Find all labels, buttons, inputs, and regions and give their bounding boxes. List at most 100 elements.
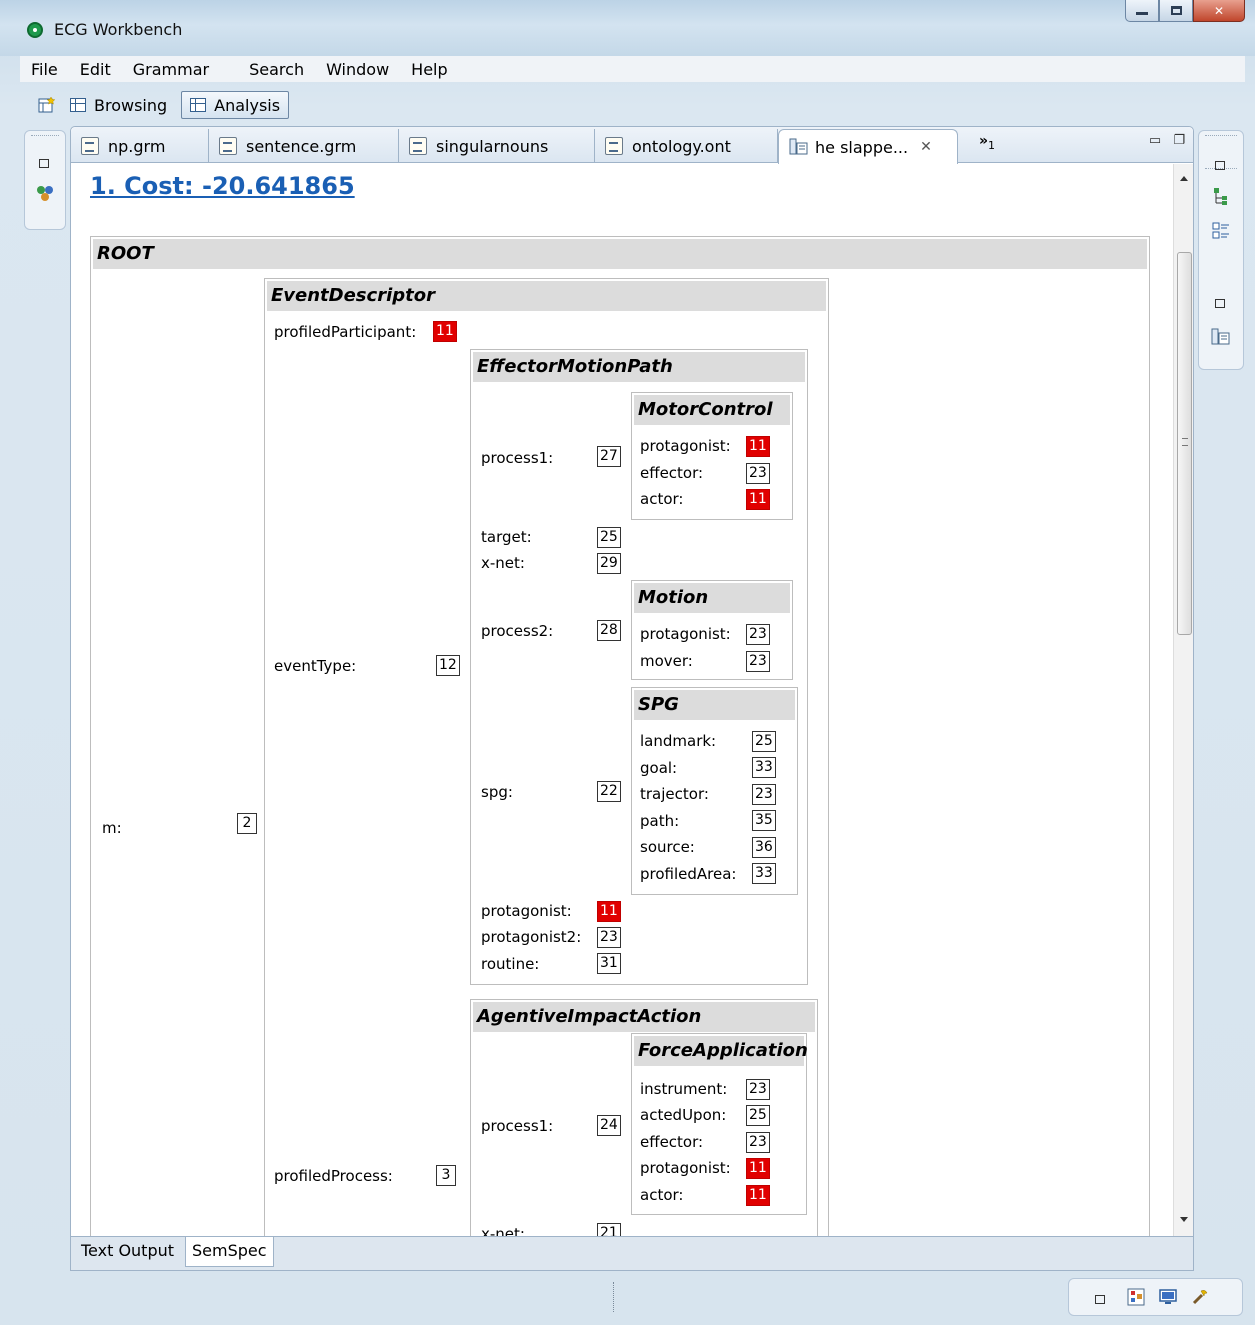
tab-label: singularnouns xyxy=(436,136,549,156)
menu-window[interactable]: Window xyxy=(315,60,400,79)
fa-actor-value: 11 xyxy=(746,1185,770,1206)
emp-routine-value: 31 xyxy=(597,953,621,974)
fa-acted-upon-value: 25 xyxy=(746,1105,770,1126)
console-view-icon[interactable] xyxy=(1159,1288,1177,1306)
browsing-perspective-button[interactable]: Browsing xyxy=(62,91,175,119)
spg-title: SPG xyxy=(634,690,795,720)
restore-icon[interactable] xyxy=(1215,161,1225,170)
menu-search[interactable]: Search xyxy=(238,60,315,79)
emp-process2-label: process2: xyxy=(481,622,554,640)
view-controls: ▭ ❐ xyxy=(1149,133,1185,148)
spg-trajector-value: 23 xyxy=(752,784,776,805)
restore-icon[interactable] xyxy=(1095,1295,1105,1304)
tab-singularnouns[interactable]: singularnouns xyxy=(399,129,595,163)
scroll-up-icon[interactable] xyxy=(1180,176,1188,181)
emp-process1-value: 27 xyxy=(597,446,621,467)
emp-process1-label: process1: xyxy=(481,449,554,467)
tab-label: sentence.grm xyxy=(246,136,357,156)
tab-he-slapped[interactable]: he slappe... ✕ xyxy=(778,129,958,164)
menu-help[interactable]: Help xyxy=(400,60,458,79)
minimize-icon xyxy=(1136,12,1148,15)
analysis-label: Analysis xyxy=(214,95,281,115)
maximize-icon xyxy=(1170,6,1182,15)
hierarchy-view-icon[interactable] xyxy=(1127,1288,1145,1306)
file-icon xyxy=(81,137,99,155)
restore-icon[interactable] xyxy=(1215,299,1225,308)
tab-text-output[interactable]: Text Output xyxy=(75,1237,180,1267)
emp-protagonist-value: 11 xyxy=(597,901,621,922)
mc-protagonist-label: protagonist: xyxy=(640,437,731,455)
close-window-button[interactable]: ✕ xyxy=(1193,0,1245,22)
minimize-view-icon[interactable]: ▭ xyxy=(1149,133,1161,148)
tab-sentence-grm[interactable]: sentence.grm xyxy=(209,129,399,163)
scroll-thumb[interactable] xyxy=(1177,252,1192,635)
tools-icon[interactable] xyxy=(1191,1288,1209,1306)
restore-icon[interactable] xyxy=(39,159,49,168)
spg-landmark-value: 25 xyxy=(752,731,776,752)
event-type-value: 12 xyxy=(436,655,460,676)
emp-protagonist2-value: 23 xyxy=(597,927,621,948)
motor-control-box: MotorControl protagonist: 11 effector: 2… xyxy=(631,392,793,520)
vertical-scrollbar[interactable] xyxy=(1173,164,1193,1236)
minimize-button[interactable] xyxy=(1125,0,1159,22)
grip-icon xyxy=(1182,438,1188,446)
profiled-process-label: profiledProcess: xyxy=(274,1167,393,1185)
profiled-participant-label: profiledParticipant: xyxy=(274,323,417,341)
maximize-button[interactable] xyxy=(1159,0,1193,22)
menu-edit[interactable]: Edit xyxy=(69,60,122,79)
tab-overflow-button[interactable]: »1 xyxy=(979,133,995,152)
hierarchy-view-icon[interactable] xyxy=(1211,187,1231,207)
tab-ontology-ont[interactable]: ontology.ont xyxy=(595,129,778,163)
bubbles-view-icon[interactable] xyxy=(35,183,55,203)
fa-protagonist-label: protagonist: xyxy=(640,1159,731,1177)
spg-source-label: source: xyxy=(640,838,695,856)
emp-spg-value: 22 xyxy=(597,781,621,802)
emp-protagonist2-label: protagonist2: xyxy=(481,928,582,946)
emp-target-value: 25 xyxy=(597,527,621,548)
analysis-view-icon[interactable] xyxy=(1211,327,1231,347)
tab-semspec[interactable]: SemSpec xyxy=(185,1237,274,1267)
cost-link[interactable]: 1. Cost: -20.641865 xyxy=(90,172,355,200)
event-type-label: eventType: xyxy=(274,657,357,675)
spg-path-label: path: xyxy=(640,812,680,830)
analysis-perspective-button[interactable]: Analysis xyxy=(181,91,290,119)
aia-title: AgentiveImpactAction xyxy=(473,1002,815,1032)
emp-spg-label: spg: xyxy=(481,783,513,801)
close-tab-icon[interactable]: ✕ xyxy=(920,139,932,155)
spg-goal-value: 33 xyxy=(752,757,776,778)
title-bar: ECG Workbench ✕ xyxy=(0,0,1255,56)
scroll-down-icon[interactable] xyxy=(1180,1217,1188,1222)
spg-trajector-label: trajector: xyxy=(640,785,709,803)
effector-motion-path-box: EffectorMotionPath process1: 27 target: … xyxy=(470,349,808,985)
tab-np-grm[interactable]: np.grm xyxy=(71,129,209,163)
menu-file[interactable]: File xyxy=(20,60,69,79)
fa-effector-value: 23 xyxy=(746,1132,770,1153)
mc-effector-label: effector: xyxy=(640,464,704,482)
spg-source-value: 36 xyxy=(752,837,776,858)
motion-mover-label: mover: xyxy=(640,652,693,670)
m-value: 2 xyxy=(237,813,257,834)
profiled-process-value: 3 xyxy=(436,1165,456,1186)
spg-landmark-label: landmark: xyxy=(640,732,717,750)
emp-title: EffectorMotionPath xyxy=(473,352,805,382)
outline-view-icon[interactable] xyxy=(1211,221,1231,241)
aia-process1-label: process1: xyxy=(481,1117,554,1135)
open-perspective-icon[interactable] xyxy=(38,96,56,114)
menu-grammar[interactable]: Grammar xyxy=(122,60,220,79)
perspective-toolbar: Browsing Analysis xyxy=(20,85,1245,125)
left-view-trim xyxy=(24,130,66,230)
motion-mover-value: 23 xyxy=(746,651,770,672)
fa-instrument-value: 23 xyxy=(746,1079,770,1100)
spg-path-value: 35 xyxy=(752,810,776,831)
force-application-title: ForceApplication xyxy=(634,1036,808,1066)
emp-xnet-label: x-net: xyxy=(481,554,525,572)
maximize-view-icon[interactable]: ❐ xyxy=(1173,133,1185,148)
file-icon xyxy=(219,137,237,155)
overflow-count: 1 xyxy=(988,138,996,152)
status-divider xyxy=(613,1282,614,1312)
emp-process2-value: 28 xyxy=(597,620,621,641)
emp-target-label: target: xyxy=(481,528,532,546)
window-title: ECG Workbench xyxy=(54,20,183,39)
aia-process1-value: 24 xyxy=(597,1115,621,1136)
agentive-impact-action-box: AgentiveImpactAction process1: 24 x-net:… xyxy=(470,999,818,1236)
